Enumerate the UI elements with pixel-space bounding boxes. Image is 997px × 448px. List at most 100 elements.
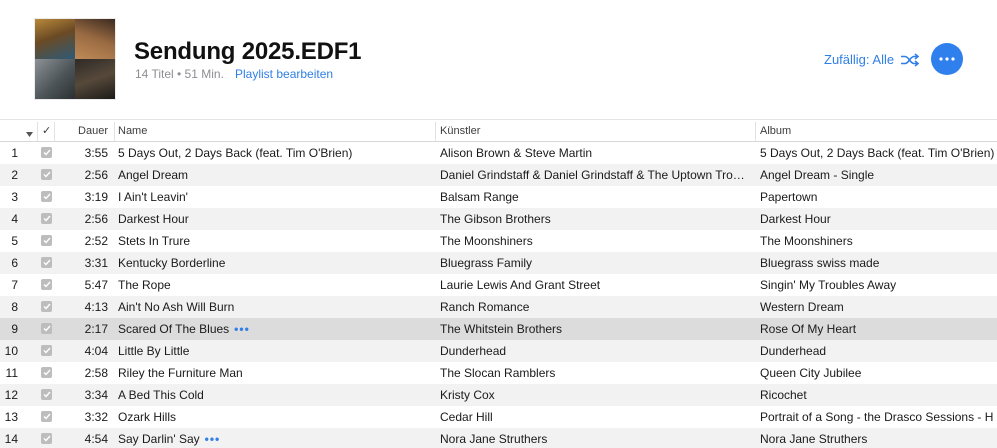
track-checkbox[interactable] bbox=[41, 367, 52, 378]
track-table: ✓ Dauer Name Künstler Album 1 3:55 5 Days … bbox=[0, 119, 997, 448]
checkmark-icon bbox=[41, 279, 52, 290]
checkmark-icon bbox=[41, 147, 52, 158]
track-checkbox[interactable] bbox=[41, 279, 52, 290]
track-checkbox[interactable] bbox=[41, 389, 52, 400]
track-number: 5 bbox=[11, 234, 18, 248]
table-row[interactable]: 11 2:58 Riley the Furniture Man The Slocan … bbox=[0, 362, 997, 384]
track-checkbox[interactable] bbox=[41, 301, 52, 312]
header-name[interactable]: Name bbox=[118, 125, 147, 137]
track-number: 1 bbox=[11, 146, 18, 160]
track-album: The Moonshiners bbox=[760, 234, 853, 248]
track-list: 1 3:55 5 Days Out, 2 Days Back (feat. Tim … bbox=[0, 142, 997, 448]
track-artist: Nora Jane Struthers bbox=[440, 432, 548, 446]
checkmark-icon bbox=[41, 169, 52, 180]
track-checkbox[interactable] bbox=[41, 345, 52, 356]
album-cover-tile bbox=[75, 19, 115, 59]
track-number: 11 bbox=[5, 366, 18, 380]
track-checkbox[interactable] bbox=[41, 147, 52, 158]
track-number: 10 bbox=[4, 344, 18, 358]
track-number: 2 bbox=[11, 168, 18, 182]
track-album: Dunderhead bbox=[760, 344, 827, 358]
header-artist[interactable]: Künstler bbox=[440, 125, 480, 137]
track-artist: Alison Brown & Steve Martin bbox=[440, 146, 593, 160]
checkmark-icon bbox=[41, 433, 52, 444]
track-duration: 3:19 bbox=[84, 190, 108, 204]
track-name-cell: Riley the Furniture Man bbox=[118, 366, 433, 380]
table-row[interactable]: 9 2:17 Scared Of The Blues ••• The Whitstein… bbox=[0, 318, 997, 340]
table-row[interactable]: 8 4:13 Ain't No Ash Will Burn Ranch Romance… bbox=[0, 296, 997, 318]
track-checkbox[interactable] bbox=[41, 235, 52, 246]
track-artist: The Moonshiners bbox=[440, 234, 533, 248]
table-row[interactable]: 5 2:52 Stets In Trure The Moonshiners The Mo… bbox=[0, 230, 997, 252]
shuffle-all-button[interactable]: Zufällig: Alle bbox=[824, 52, 920, 67]
checkmark-icon bbox=[41, 411, 52, 422]
track-name: A Bed This Cold bbox=[118, 388, 204, 402]
track-album: Singin' My Troubles Away bbox=[760, 278, 897, 292]
table-row[interactable]: 2 2:56 Angel Dream Daniel Grindstaff & Dani… bbox=[0, 164, 997, 186]
shuffle-icon bbox=[900, 52, 920, 67]
album-cover-tile bbox=[35, 59, 75, 99]
row-more-icon[interactable]: ••• bbox=[205, 432, 221, 446]
track-artist: The Gibson Brothers bbox=[440, 212, 551, 226]
checkmark-icon bbox=[41, 389, 52, 400]
track-checkbox[interactable] bbox=[41, 433, 52, 444]
checkmark-icon bbox=[41, 257, 52, 268]
track-album: Portrait of a Song - the Drasco Sessions… bbox=[760, 410, 994, 424]
track-album: Bluegrass swiss made bbox=[760, 256, 880, 270]
track-name: I Ain't Leavin' bbox=[118, 190, 188, 204]
track-number: 9 bbox=[11, 322, 18, 336]
checkmark-icon bbox=[41, 345, 52, 356]
track-checkbox[interactable] bbox=[41, 411, 52, 422]
track-name: Riley the Furniture Man bbox=[118, 366, 243, 380]
track-duration: 2:17 bbox=[84, 322, 108, 336]
table-row[interactable]: 7 5:47 The Rope Laurie Lewis And Grant Stre… bbox=[0, 274, 997, 296]
track-name: The Rope bbox=[118, 278, 171, 292]
table-row[interactable]: 12 3:34 A Bed This Cold Kristy Cox Ricochet bbox=[0, 384, 997, 406]
track-number: 6 bbox=[11, 256, 18, 270]
track-name: Say Darlin' Say bbox=[118, 432, 200, 446]
track-album: Rose Of My Heart bbox=[760, 322, 857, 336]
track-number: 4 bbox=[11, 212, 18, 226]
track-name-cell: The Rope bbox=[118, 278, 433, 292]
track-checkbox[interactable] bbox=[41, 323, 52, 334]
header-check[interactable]: ✓ bbox=[42, 124, 51, 137]
track-name: Scared Of The Blues bbox=[118, 322, 230, 336]
sort-indicator-icon[interactable] bbox=[26, 128, 33, 140]
track-checkbox[interactable] bbox=[41, 213, 52, 224]
track-checkbox[interactable] bbox=[41, 257, 52, 268]
track-checkbox[interactable] bbox=[41, 169, 52, 180]
table-row[interactable]: 10 4:04 Little By Little Dunderhead Dunderhe… bbox=[0, 340, 997, 362]
table-row[interactable]: 4 2:56 Darkest Hour The Gibson Brothers Dark… bbox=[0, 208, 997, 230]
table-row[interactable]: 14 4:54 Say Darlin' Say ••• Nora Jane Struth… bbox=[0, 428, 997, 448]
track-name-cell: Angel Dream bbox=[118, 168, 433, 182]
track-number: 7 bbox=[11, 278, 18, 292]
edit-playlist-link[interactable]: Playlist bearbeiten bbox=[235, 67, 333, 81]
track-checkbox[interactable] bbox=[41, 191, 52, 202]
playlist-artwork[interactable] bbox=[35, 19, 115, 99]
table-row[interactable]: 1 3:55 5 Days Out, 2 Days Back (feat. Tim … bbox=[0, 142, 997, 164]
track-album: Papertown bbox=[760, 190, 818, 204]
track-name-cell: Stets In Trure bbox=[118, 234, 433, 248]
track-name: Stets In Trure bbox=[118, 234, 191, 248]
track-artist: The Slocan Ramblers bbox=[440, 366, 556, 380]
table-row[interactable]: 3 3:19 I Ain't Leavin' Balsam Range Papertow… bbox=[0, 186, 997, 208]
track-duration: 3:32 bbox=[84, 410, 108, 424]
track-duration: 2:58 bbox=[84, 366, 108, 380]
track-duration: 4:13 bbox=[84, 300, 108, 314]
header-album[interactable]: Album bbox=[760, 125, 791, 137]
more-options-button[interactable] bbox=[931, 43, 963, 75]
track-artist: The Whitstein Brothers bbox=[440, 322, 563, 336]
checkmark-icon bbox=[41, 213, 52, 224]
ellipsis-icon bbox=[939, 57, 955, 61]
track-name-cell: 5 Days Out, 2 Days Back (feat. Tim O'Bri… bbox=[118, 146, 433, 160]
header-duration[interactable]: Dauer bbox=[60, 125, 108, 137]
track-number: 3 bbox=[11, 190, 18, 204]
track-name-cell: Say Darlin' Say ••• bbox=[118, 432, 433, 446]
row-more-icon[interactable]: ••• bbox=[234, 322, 250, 336]
table-row[interactable]: 6 3:31 Kentucky Borderline Bluegrass Family… bbox=[0, 252, 997, 274]
track-number: 8 bbox=[11, 300, 18, 314]
table-row[interactable]: 13 3:32 Ozark Hills Cedar Hill Portrait of a… bbox=[0, 406, 997, 428]
playlist-header: Sendung 2025.EDF1 14 Titel • 51 Min. Pla… bbox=[0, 0, 997, 118]
track-artist: Kristy Cox bbox=[440, 388, 495, 402]
track-name: 5 Days Out, 2 Days Back (feat. Tim O'Bri… bbox=[118, 146, 353, 160]
